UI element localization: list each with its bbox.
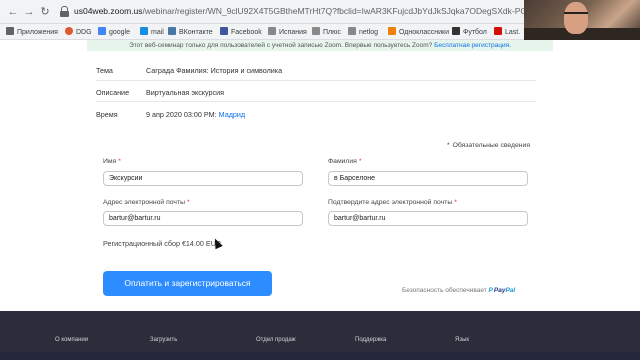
bookmark-label: ВКонтакте [179,29,213,36]
email-input[interactable]: bartur@bartur.ru [103,211,303,226]
bookmark-football[interactable]: Футбол [452,27,487,38]
footer-sales[interactable]: Отдел продаж [256,337,296,343]
bookmark-lastfm[interactable]: Last. [494,27,520,38]
bookmark-google[interactable]: google [98,27,130,38]
divider [96,101,536,102]
folder-icon [268,27,276,35]
bookmark-vk[interactable]: ВКонтакте [168,27,213,38]
description-value: Виртуальная экскурсия [146,88,225,97]
bookmark-label: netlog [359,29,379,36]
url-path: /webinar/register/WN_9clU92X4T5GBtheMTrH… [142,6,524,16]
address-bar[interactable]: us04web.zoom.us/webinar/register/WN_9clU… [74,6,524,16]
required-asterisk: * [446,142,450,149]
confirm-email-label: Подтвердите адрес электронной почты * [328,199,457,206]
time-label: Время [96,110,118,119]
footer-language[interactable]: Язык [455,337,469,343]
footer-support[interactable]: Поддержка [355,337,386,343]
time-text: 9 апр 2020 03:00 PM: [146,110,217,119]
football-icon [452,27,460,35]
last-name-label-text: Фамилия [328,158,357,165]
required-asterisk: * [118,158,121,165]
facebook-icon [220,27,228,35]
google-icon [98,27,106,35]
free-signup-link[interactable]: Бесплатная регистрация. [434,42,511,49]
bookmark-label: google [109,29,131,36]
zoom-account-notice: Этот веб-семинар только для пользователе… [87,40,553,51]
topic-value: Саграда Фамилия: История и символика [146,66,283,75]
back-icon[interactable]: ← [6,5,20,19]
forward-icon[interactable]: → [22,5,36,19]
footer-download[interactable]: Загрузить [150,337,177,343]
confirm-email-input[interactable]: bartur@bartur.ru [328,211,528,226]
presenter-face [564,2,588,34]
paypal-secured: Безопасность обеспечивает PPayPal [402,287,515,294]
duckduckgo-icon [65,27,73,35]
bookmark-label: DDG [76,29,92,36]
bookmark-label: Плюс [323,29,341,36]
url-host: us04web.zoom.us [74,6,143,16]
confirm-email-label-text: Подтвердите адрес электронной почты [328,199,453,206]
bookmark-mail[interactable]: mail [140,27,164,38]
required-asterisk: * [186,199,190,206]
email-label: Адрес электронной почты * [103,199,190,206]
required-note: * Обязательные сведения [447,142,530,149]
divider [96,80,536,81]
lock-icon[interactable] [60,6,69,17]
odnoklassniki-icon [388,27,396,35]
first-name-label-text: Имя [103,158,117,165]
secured-by-text: Безопасность обеспечивает [402,287,487,294]
reload-icon[interactable]: ↻ [38,5,52,19]
bookmark-label: Last. [505,29,521,36]
bookmark-label: Facebook [231,29,262,36]
vk-icon [168,27,176,35]
paypal-icon: P [488,287,493,294]
folder-icon [348,27,356,35]
bookmark-ddg[interactable]: DDG [65,27,92,38]
folder-icon [312,27,320,35]
timezone-link[interactable]: Мадрид [219,110,245,119]
bookmark-label: Одноклассники [399,29,450,36]
paypal-logo-a: Pay [493,287,506,294]
bookmark-odnoklassniki[interactable]: Одноклассники [388,27,449,38]
bookmark-label: Приложения [17,29,58,36]
bookmark-label: Футбол [463,29,487,36]
email-label-text: Адрес электронной почты [103,199,185,206]
first-name-label: Имя * [103,158,121,165]
notice-text: Этот веб-семинар только для пользователе… [129,42,433,49]
description-label: Описание [96,88,130,97]
bookmark-label: Испания [279,29,307,36]
bookmark-spain[interactable]: Испания [268,27,307,38]
registration-fee: Регистрационный сбор €14.00 EUR [103,239,222,248]
lastfm-icon [494,27,502,35]
footer-about[interactable]: О компании [55,337,88,343]
first-name-input[interactable]: Экскурсии [103,171,303,186]
topic-label: Тема [96,66,113,75]
required-note-text: Обязательные сведения [452,142,530,149]
bookmark-facebook[interactable]: Facebook [220,27,262,38]
paypal-logo: PPayPal [489,287,516,294]
apps-icon [6,27,14,35]
footer: О компании Загрузить Отдел продаж Поддер… [0,311,640,360]
mail-icon [140,27,148,35]
required-asterisk: * [358,158,362,165]
paypal-logo-b: Pal [505,287,516,294]
footer-links-row [0,352,640,360]
bookmark-plus[interactable]: Плюс [312,27,341,38]
last-name-label: Фамилия * [328,158,362,165]
bookmark-netlog[interactable]: netlog [348,27,378,38]
required-asterisk: * [454,199,457,206]
webcam-overlay [524,0,640,40]
time-value: 9 апр 2020 03:00 PM: Мадрид [146,110,245,119]
bookmark-apps[interactable]: Приложения [6,27,58,38]
bookmark-label: mail [151,29,164,36]
last-name-input[interactable]: в Барселоне [328,171,528,186]
pay-and-register-button[interactable]: Оплатить и зарегистрироваться [103,271,272,296]
presenter-glasses [564,12,588,17]
